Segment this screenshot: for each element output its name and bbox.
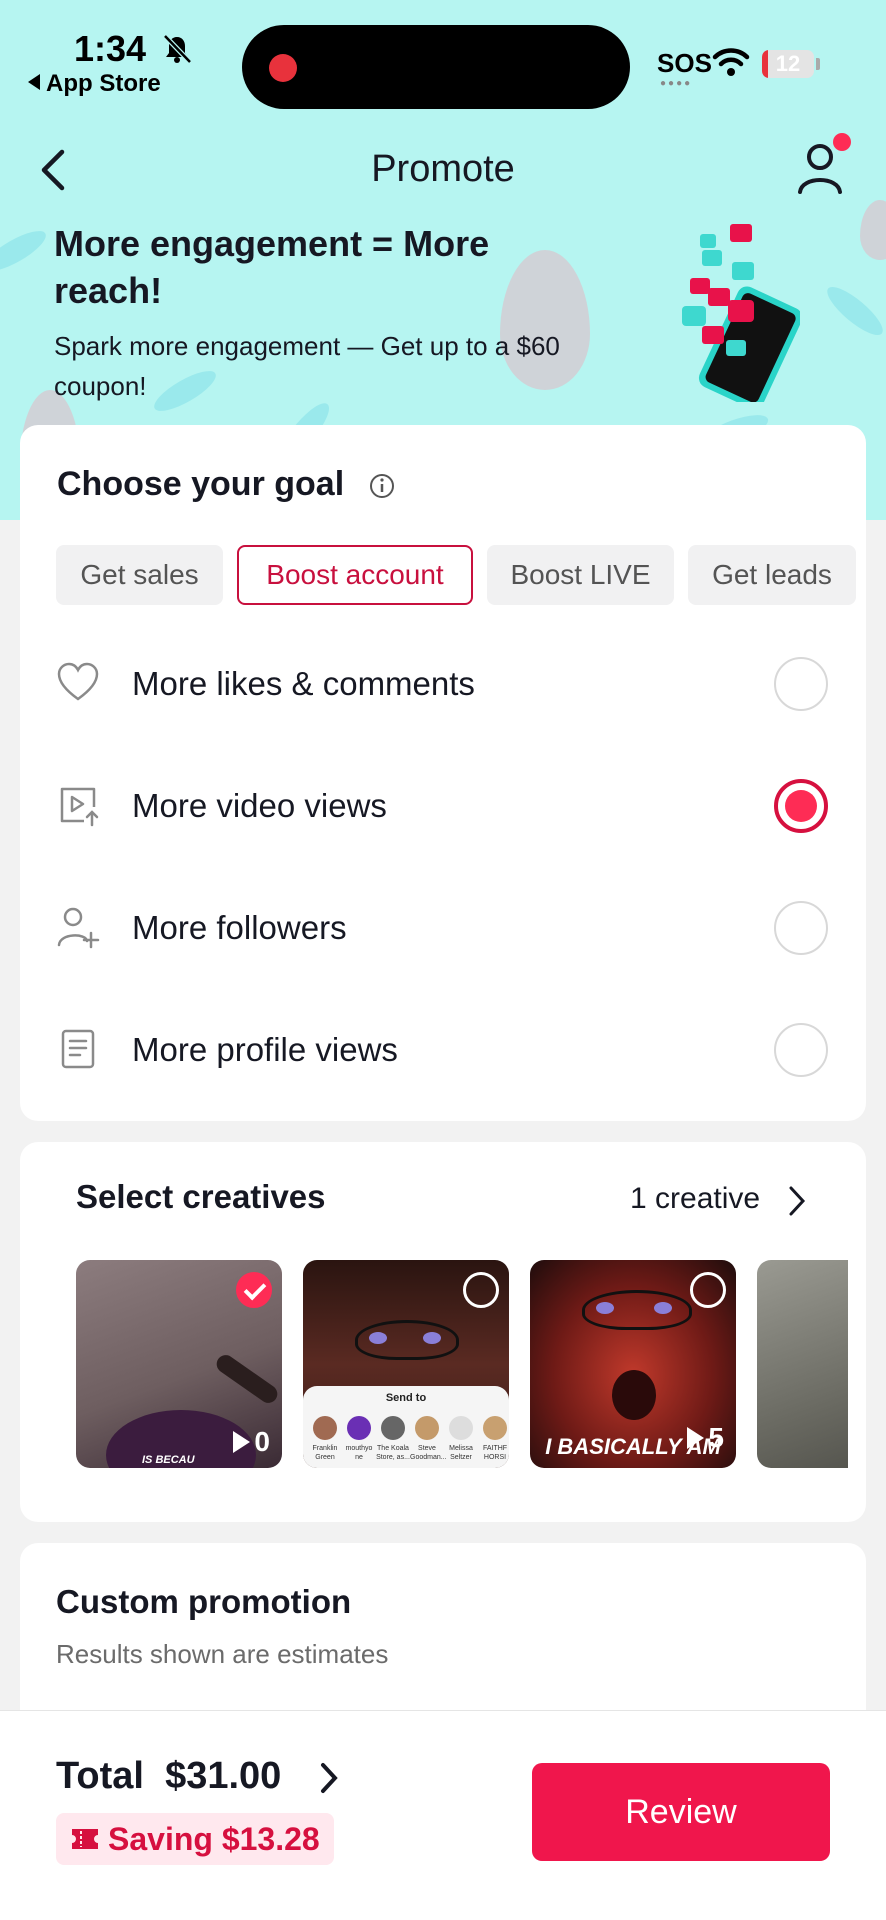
creative-thumbnail[interactable]: IS BECAU 0 [76,1260,282,1468]
radio-button[interactable] [774,901,828,955]
status-bar: 1:34 App Store SOS ●●●● 12 [0,0,886,120]
add-follower-icon [57,907,100,949]
view-count-value: 5 [708,1422,724,1453]
view-count: 5 [687,1422,724,1454]
chevron-right-icon[interactable] [786,1184,808,1218]
share-contact-name: Melissa Seltzer [449,1445,473,1461]
share-contact-name: Steve Goodman... [410,1445,447,1461]
view-count-value: 0 [254,1426,270,1457]
video-views-icon [60,787,99,827]
creative-thumbnail[interactable]: I BASICALLY AM 5 [530,1260,736,1468]
share-contact-name: The Koala Store, as... [376,1445,410,1461]
radio-button-selected[interactable] [774,779,828,833]
tab-boost-live[interactable]: Boost LIVE [487,545,674,605]
goal-option-followers[interactable]: More followers [20,877,866,977]
radio-button[interactable] [774,657,828,711]
avatar [415,1416,439,1440]
wifi-icon [712,48,750,76]
thumb-object [612,1370,656,1420]
decor-leaf [0,223,51,279]
goal-tabs: Get sales Boost account Boost LIVE Get l… [56,545,866,605]
creatives-title: Select creatives [76,1178,326,1215]
decor-leaf [821,280,886,342]
notification-dot [833,133,851,151]
option-label: More followers [132,909,347,946]
tab-get-leads[interactable]: Get leads [688,545,856,605]
avatar [313,1416,337,1440]
promo-title: More engagement = More reach! [54,223,490,311]
promo-subtitle: Spark more engagement — Get up to a $60 … [54,331,560,401]
avatar [381,1416,405,1440]
back-app-label: App Store [46,70,161,97]
share-contact-name: mouthyo ne [345,1445,373,1461]
thumb-object [213,1351,281,1407]
goal-card: Choose your goal Get sales Boost account… [20,425,866,1121]
creatives-card: Select creatives 1 creative IS BECAU 0 S… [20,1142,866,1522]
total-amount[interactable]: Total $31.00 [56,1755,281,1798]
heart-icon [57,662,99,701]
back-to-app-store[interactable]: App Store [28,70,161,98]
battery-tip [816,58,820,70]
share-contact-name: Franklin Green [312,1445,338,1461]
radio-button[interactable] [774,1023,828,1077]
goal-option-video-views[interactable]: More video views [20,755,866,855]
page-title: Promote [371,148,515,190]
thumb-object [596,1302,614,1314]
chevron-right-icon[interactable] [318,1761,340,1795]
creatives-count[interactable]: 1 creative [630,1182,760,1216]
custom-promotion-subtitle: Results shown are estimates [56,1639,389,1669]
profile-document-icon [61,1029,95,1069]
recording-indicator-icon [269,54,297,82]
tab-boost-account[interactable]: Boost account [237,545,473,605]
view-count: 0 [233,1426,270,1458]
option-label: More profile views [132,1031,398,1068]
info-icon[interactable] [368,472,396,500]
play-icon [687,1427,705,1449]
share-sheet-overlay: Send to Franklin Green mouthyo ne The Ko… [303,1386,509,1468]
share-sheet-title: Send to [385,1392,427,1404]
avatar [347,1416,371,1440]
creative-selected-check[interactable] [236,1272,272,1308]
creative-thumbnail[interactable]: Send to Franklin Green mouthyo ne The Ko… [303,1260,509,1468]
silent-bell-icon [163,34,192,64]
carrier-sos: SOS [657,48,712,78]
avatar [449,1416,473,1440]
custom-promotion-title: Custom promotion [56,1583,352,1620]
creative-thumbnail[interactable] [757,1260,848,1468]
battery-icon: 12 [762,50,814,78]
review-button[interactable]: Review [532,1763,830,1861]
back-triangle-icon [28,74,40,90]
tab-get-sales[interactable]: Get sales [56,545,223,605]
decor-flame [860,200,886,260]
phone-engagement-illustration [682,224,800,402]
option-label: More likes & comments [132,665,475,702]
play-icon [233,1431,251,1453]
goal-option-profile-views[interactable]: More profile views [20,999,866,1099]
thumb-object [369,1332,387,1344]
status-time: 1:34 [74,28,147,69]
signal-dots-icon: ●●●● [660,78,693,89]
battery-percent: 12 [775,51,801,76]
share-contact-name: FAITHF HORSI [482,1445,508,1461]
thumb-object [654,1302,672,1314]
goal-title: Choose your goal [57,465,345,503]
creative-select-circle[interactable] [463,1272,499,1308]
checkout-bar: Total $31.00 Saving $13.28 Review [0,1710,886,1920]
creatives-carousel[interactable]: IS BECAU 0 Send to Franklin Green mouthy… [76,1260,848,1470]
coupon-ticket-icon [72,1829,98,1849]
option-label: More video views [132,787,387,824]
goal-option-likes-comments[interactable]: More likes & comments [20,633,866,733]
thumb-object [423,1332,441,1344]
avatar [483,1416,507,1440]
saving-text: Saving $13.28 [108,1821,320,1857]
saving-badge: Saving $13.28 [56,1813,334,1865]
creative-select-circle[interactable] [690,1272,726,1308]
dynamic-island [242,25,630,109]
